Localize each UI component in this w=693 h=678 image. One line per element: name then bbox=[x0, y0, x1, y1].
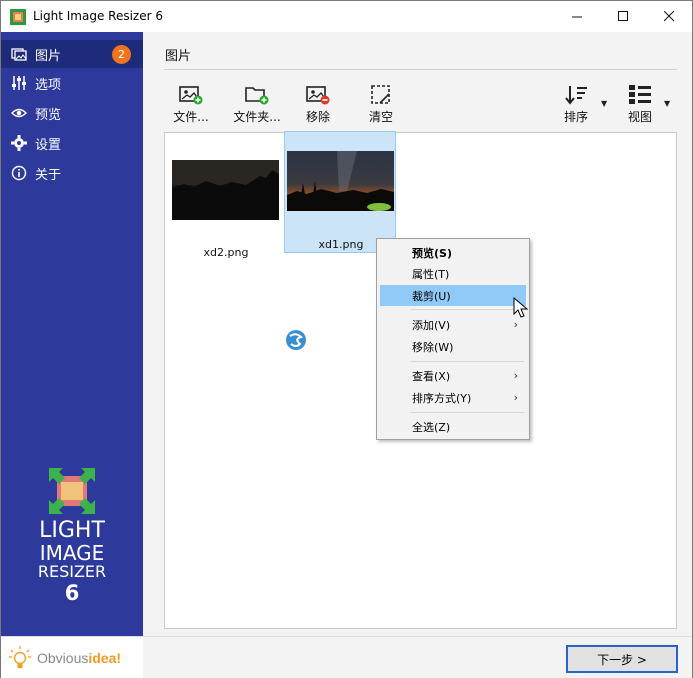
mouse-pointer-icon bbox=[513, 297, 529, 318]
sort-button[interactable]: 排序 bbox=[557, 84, 595, 126]
menu-item-sort-by[interactable]: 排序方式(Y) › bbox=[380, 387, 526, 408]
remove-button[interactable]: 移除 bbox=[298, 84, 338, 126]
sidebar: 图片 2 选项 预览 设置 关于 LIGHT IMAGE RESIZER 6 bbox=[1, 32, 143, 636]
clear-label: 清空 bbox=[368, 110, 393, 124]
sidebar-item-preview[interactable]: 预览 bbox=[1, 99, 143, 127]
images-icon bbox=[11, 46, 27, 62]
maximize-button[interactable] bbox=[600, 1, 646, 32]
maximize-icon bbox=[617, 11, 628, 21]
obviousidea-link[interactable]: Obvious idea! bbox=[1, 636, 143, 678]
sidebar-item-label: 图片 bbox=[35, 48, 62, 64]
info-icon bbox=[11, 165, 27, 181]
eye-icon bbox=[11, 105, 27, 121]
app-icon bbox=[10, 9, 26, 25]
view-list-icon bbox=[627, 84, 653, 106]
brand-name-part1: Obvious bbox=[37, 649, 89, 666]
sidebar-item-images[interactable]: 图片 2 bbox=[1, 40, 143, 68]
logo-text-resizer: RESIZER bbox=[37, 562, 107, 581]
gear-icon bbox=[11, 135, 27, 151]
brand-name-part2: idea! bbox=[88, 649, 122, 666]
remove-image-icon bbox=[305, 84, 331, 106]
submenu-arrow-icon: › bbox=[513, 391, 518, 404]
menu-separator bbox=[410, 309, 524, 310]
night-landscape-image bbox=[172, 160, 279, 220]
sidebar-item-label: 选项 bbox=[35, 77, 62, 93]
close-icon bbox=[663, 11, 674, 22]
sidebar-item-label: 关于 bbox=[35, 167, 62, 183]
menu-item-preview[interactable]: 预览(S) bbox=[380, 242, 526, 263]
window-title: Light Image Resizer 6 bbox=[33, 9, 163, 23]
product-logo: LIGHT IMAGE RESIZER 6 bbox=[1, 468, 143, 618]
resize-logo-icon bbox=[49, 468, 95, 514]
sort-label: 排序 bbox=[563, 110, 588, 124]
logo-text-version: 6 bbox=[64, 581, 80, 605]
clear-button[interactable]: 清空 bbox=[361, 84, 401, 126]
submenu-arrow-icon: › bbox=[513, 318, 518, 331]
menu-item-remove[interactable]: 移除(W) bbox=[380, 336, 526, 357]
menu-item-select-all[interactable]: 全选(Z) bbox=[380, 416, 526, 437]
image-filename: xd2.png bbox=[203, 246, 249, 259]
sidebar-item-options[interactable]: 选项 bbox=[1, 69, 143, 97]
minimize-icon bbox=[571, 16, 582, 18]
add-folder-icon bbox=[244, 84, 270, 106]
title-divider bbox=[164, 69, 677, 70]
menu-item-properties[interactable]: 属性(T) bbox=[380, 263, 526, 284]
sidebar-item-label: 设置 bbox=[35, 137, 62, 153]
image-thumbnail[interactable]: xd2.png bbox=[170, 140, 282, 260]
watermark-logo-icon bbox=[286, 330, 306, 350]
close-button[interactable] bbox=[646, 1, 692, 32]
submenu-arrow-icon: › bbox=[513, 369, 518, 382]
menu-separator bbox=[410, 412, 524, 413]
menu-item-view[interactable]: 查看(X) › bbox=[380, 365, 526, 386]
remove-label: 移除 bbox=[305, 110, 330, 124]
menu-item-add[interactable]: 添加(V) › bbox=[380, 314, 526, 335]
context-menu: 预览(S) 属性(T) 裁剪(U) 添加(V) › 移除(W) 查看(X) › 排序… bbox=[376, 238, 530, 440]
add-image-icon bbox=[178, 84, 204, 106]
add-file-button[interactable]: 文件... bbox=[170, 84, 212, 126]
bottom-bar: 下一步 > bbox=[143, 636, 692, 678]
clear-icon bbox=[368, 84, 394, 106]
image-count-badge: 2 bbox=[112, 45, 131, 64]
next-button[interactable]: 下一步 > bbox=[566, 645, 678, 673]
sort-dropdown-icon[interactable]: ▼ bbox=[601, 99, 607, 108]
add-file-label: 文件... bbox=[173, 110, 209, 124]
minimize-button[interactable] bbox=[554, 1, 600, 32]
sidebar-item-about[interactable]: 关于 bbox=[1, 159, 143, 187]
add-folder-button[interactable]: 文件夹... bbox=[231, 84, 283, 126]
app-window: Light Image Resizer 6 图片 2 选项 预览 设置 关于 L… bbox=[0, 0, 693, 678]
add-folder-label: 文件夹... bbox=[233, 110, 281, 124]
sidebar-item-settings[interactable]: 设置 bbox=[1, 129, 143, 157]
title-bar[interactable]: Light Image Resizer 6 bbox=[1, 1, 692, 32]
view-button[interactable]: 视图 bbox=[621, 84, 659, 126]
sort-icon bbox=[563, 84, 589, 106]
page-title: 图片 bbox=[165, 49, 192, 64]
view-dropdown-icon[interactable]: ▼ bbox=[664, 99, 670, 108]
menu-separator bbox=[410, 361, 524, 362]
lightbulb-icon bbox=[9, 645, 31, 668]
image-thumbnail-selected[interactable]: xd1.png bbox=[284, 131, 396, 253]
milky-way-image bbox=[287, 151, 394, 211]
view-label: 视图 bbox=[627, 110, 652, 124]
logo-text-light: LIGHT bbox=[39, 518, 105, 543]
menu-item-crop[interactable]: 裁剪(U) bbox=[380, 285, 526, 306]
sidebar-item-label: 预览 bbox=[35, 107, 62, 123]
sliders-icon bbox=[11, 75, 27, 91]
